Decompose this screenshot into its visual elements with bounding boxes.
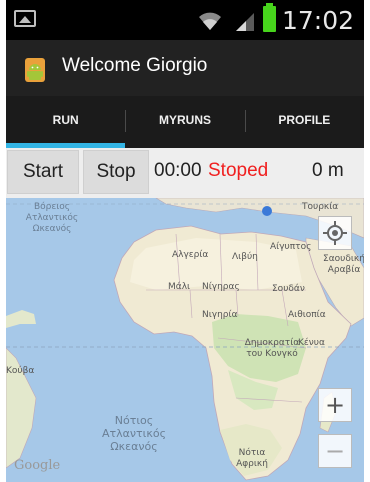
my-location-button[interactable] — [318, 216, 352, 250]
tab-myruns[interactable]: MYRUNS — [125, 96, 244, 148]
phone-screen: 17:02 Welcome Giorgio RUN MYRUNS PROFILE… — [6, 0, 364, 482]
map-view[interactable]: Βόρειος Ατλαντικός Ωκεανός Νότιος Ατλαντικό… — [6, 198, 364, 482]
tab-run[interactable]: RUN — [6, 96, 126, 148]
status-bar: 17:02 — [6, 0, 364, 40]
clock: 17:02 — [282, 6, 355, 35]
image-icon — [14, 10, 36, 27]
location-marker — [262, 206, 272, 216]
zoom-in-button[interactable]: + — [318, 388, 352, 422]
tab-profile[interactable]: PROFILE — [244, 96, 364, 148]
tab-myruns-label: MYRUNS — [158, 113, 211, 127]
elapsed-time: 00:00 — [154, 160, 202, 181]
stop-button[interactable]: Stop — [83, 150, 149, 194]
run-controls: Start Stop 00:00 Stoped 0 m — [6, 148, 364, 198]
start-button[interactable]: Start — [7, 150, 79, 194]
label-north-atlantic: Βόρειος Ατλαντικός Ωκεανός — [25, 202, 79, 234]
run-status: Stoped — [208, 160, 269, 181]
wifi-icon — [199, 12, 221, 30]
label-nigeria: Νιγηρία — [202, 310, 238, 320]
crosshair-icon — [323, 221, 347, 245]
tab-profile-label: PROFILE — [278, 113, 331, 127]
app-title: Welcome Giorgio — [62, 55, 208, 76]
label-south-africa: Νότια Αφρική — [236, 448, 268, 469]
label-south-atlantic: Νότιος Ατλαντικός Ωκεανός — [102, 414, 167, 453]
action-bar: Welcome Giorgio — [6, 40, 364, 96]
label-turkey: Τουρκία — [302, 202, 339, 212]
label-saudi: Σαουδική Αραβία — [323, 254, 364, 275]
distance-value: 0 m — [312, 160, 344, 181]
signal-icon — [236, 13, 254, 31]
google-logo: Google — [14, 458, 61, 473]
label-ethiopia: Αιθιοπία — [288, 310, 326, 320]
label-drc: Δημοκρατία του Κονγκό — [244, 338, 300, 359]
label-sudan: Σουδάν — [272, 284, 305, 294]
label-libya: Λιβύη — [232, 252, 258, 262]
android-icon — [25, 58, 45, 82]
zoom-out-button[interactable]: − — [318, 434, 352, 468]
label-niger: Νίγηρας — [202, 282, 240, 292]
tab-bar: RUN MYRUNS PROFILE — [6, 96, 364, 148]
battery-icon — [263, 3, 276, 32]
label-egypt: Αίγυπτος — [270, 242, 312, 252]
label-algeria: Αλγερία — [172, 250, 209, 260]
label-mali: Μάλι — [168, 282, 191, 292]
label-cuba: Κούβα — [6, 366, 35, 376]
label-kenya: Κένυα — [298, 338, 325, 348]
tab-run-label: RUN — [52, 113, 79, 127]
